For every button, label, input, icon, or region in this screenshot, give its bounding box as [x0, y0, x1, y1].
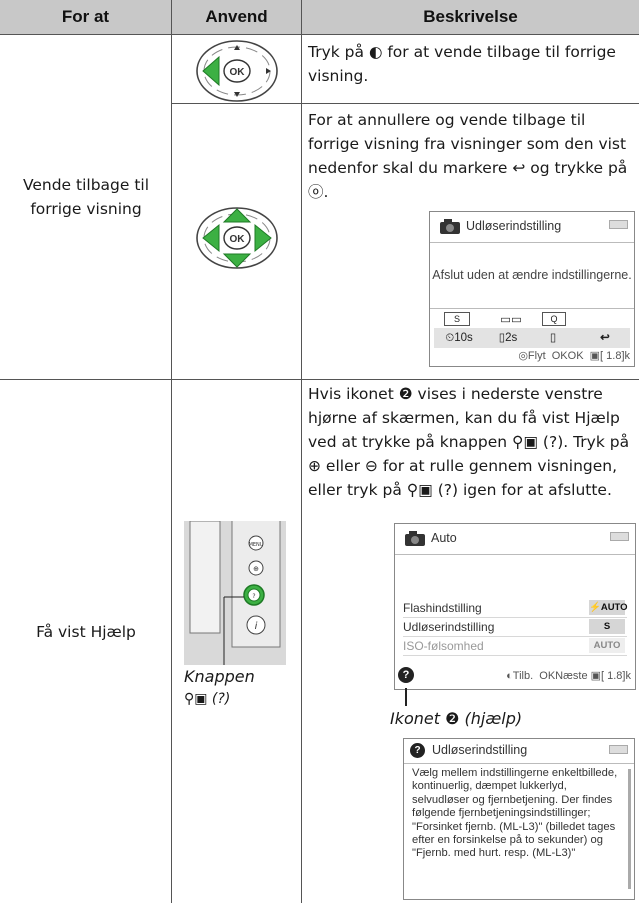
screen-header: Udløserindstilling [430, 212, 634, 243]
menu-value: S [589, 619, 625, 634]
screen-title: Udløserindstilling [466, 219, 562, 233]
description-tilbage: Tryk på ◐ for at vende tilbage til forri… [308, 43, 616, 85]
screen-header: Auto [395, 524, 635, 555]
svg-text:MENU: MENU [249, 542, 264, 548]
menu-row-iso: ISO-følsomhed AUTO [403, 637, 627, 656]
camera-screen-auto: Auto Flashindstilling ⚡AUTO Udløserindst… [394, 523, 636, 690]
screen-title: Auto [431, 531, 457, 545]
icon-single-frame: S [444, 312, 470, 326]
icon-continuous: ▭▭ [500, 314, 522, 326]
grid-line [0, 379, 639, 380]
battery-icon [609, 745, 628, 754]
svg-text:i: i [255, 621, 258, 632]
svg-text:OK: OK [230, 67, 246, 78]
multi-selector-icon: OK [196, 207, 278, 269]
menu-label: Flashindstilling [403, 601, 482, 615]
help-icon: ? [410, 743, 425, 758]
camera-screen-udloeser: Udløserindstilling Afslut uden at ændre … [429, 211, 635, 367]
screen-footer: ◎Flyt OKOK ▣[ 1.8]k [518, 350, 630, 362]
camera-screen-help: ? Udløserindstilling Vælg mellem indstil… [403, 738, 635, 900]
menu-value: ⚡AUTO [589, 600, 628, 615]
svg-text:⊕: ⊕ [253, 565, 259, 573]
help-text: Vælg mellem indstillingerne enkeltbilled… [412, 767, 618, 860]
camera-back-illustration: MENU ⊕ ? i [184, 521, 286, 665]
icon-return: ↩ [600, 332, 610, 344]
battery-icon [610, 532, 629, 541]
icon-remote-2s: ▯2s [498, 332, 518, 344]
camera-icon [405, 531, 425, 546]
svg-text:?: ? [252, 593, 255, 600]
icon-quiet: Q [542, 312, 566, 326]
screen-header: ? Udløserindstilling [404, 739, 634, 764]
screen-message: Afslut uden at ændre indstillingerne. [432, 268, 632, 282]
knappen-caption-icon: ⚲▣ (?) [184, 691, 231, 707]
knappen-caption: Knappen [184, 667, 255, 686]
menu-row-udloeser: Udløserindstilling S [403, 618, 627, 637]
divider [430, 308, 634, 309]
menu-label: Udløserindstilling [403, 620, 495, 634]
header-col-beskrivelse: Beskrivelse [302, 0, 639, 34]
grid-line [0, 34, 639, 35]
header-col-anvend: Anvend [172, 0, 301, 34]
grid-line [301, 0, 302, 903]
icon-self-timer-10s: ⏲10s [445, 332, 473, 344]
header-col-for-at: For at [0, 0, 171, 34]
row-label-faa-vist-hjaelp: Få vist Hjælp [36, 623, 136, 641]
scrollbar[interactable] [628, 769, 631, 889]
menu-value: AUTO [589, 638, 625, 653]
camera-icon [440, 219, 460, 234]
description-hjaelp: Hvis ikonet ❷ vises i nederste venstre h… [308, 385, 630, 499]
icon-remote: ▯ [549, 332, 557, 344]
battery-icon [609, 220, 628, 229]
svg-text:OK: OK [230, 234, 246, 245]
screen-title: Udløserindstilling [432, 743, 528, 757]
pointer-line [405, 688, 407, 706]
screen-footer: ◐Tilb. OKNæste ▣[ 1.8]k [506, 670, 631, 682]
description-annuller: For at annullere og vende tilbage til fo… [308, 111, 628, 201]
menu-row-flash: Flashindstilling ⚡AUTO [403, 599, 628, 618]
multi-selector-icon: OK [196, 40, 278, 102]
icon-caption: Ikonet ❷ (hjælp) [390, 709, 523, 728]
menu-label: ISO-følsomhed [403, 639, 484, 653]
help-icon: ? [398, 667, 414, 683]
grid-line [171, 0, 172, 903]
row-label-vende-tilbage: Vende tilbage til forrige visning [22, 176, 150, 218]
